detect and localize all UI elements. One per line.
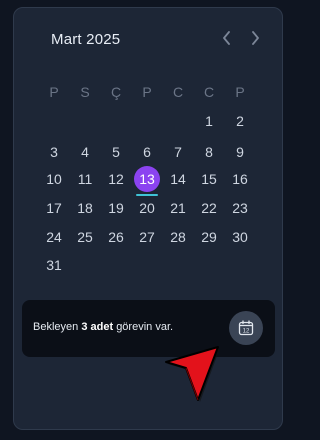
- calendar-header: Mart 2025: [14, 8, 282, 68]
- cursor-pointer-icon: [165, 346, 220, 402]
- calendar-day[interactable]: 25: [70, 226, 100, 248]
- calendar-day[interactable]: 20: [132, 197, 162, 219]
- calendar-day[interactable]: 9: [225, 141, 255, 163]
- previous-month-button[interactable]: [218, 29, 236, 47]
- calendar-day[interactable]: 4: [70, 141, 100, 163]
- calendar-day[interactable]: 8: [194, 141, 224, 163]
- weekday-label: C: [172, 84, 184, 100]
- calendar-day[interactable]: 12: [101, 168, 131, 190]
- calendar-day[interactable]: 10: [39, 168, 69, 190]
- calendar-day[interactable]: 21: [163, 197, 193, 219]
- calendar-day[interactable]: 3: [39, 141, 69, 163]
- calendar-icon-number: 12: [243, 329, 250, 335]
- calendar-day[interactable]: 14: [163, 168, 193, 190]
- weekday-header-row: PSÇPCCP: [14, 84, 282, 104]
- next-month-button[interactable]: [246, 29, 264, 47]
- chevron-right-icon: [252, 31, 259, 45]
- calendar-day[interactable]: 30: [225, 226, 255, 248]
- weekday-label: P: [235, 84, 245, 100]
- calendar-day[interactable]: 6: [132, 141, 162, 163]
- calendar-day[interactable]: 26: [101, 226, 131, 248]
- calendar-day[interactable]: 7: [163, 141, 193, 163]
- calendar-day[interactable]: 24: [39, 226, 69, 248]
- pending-tasks-bar: Bekleyen 3 adet görevin var. 12: [22, 300, 275, 357]
- weekday-label: Ç: [110, 84, 122, 100]
- month-title: Mart 2025: [51, 31, 121, 48]
- open-tasks-button[interactable]: 12: [229, 311, 263, 345]
- calendar-day[interactable]: 11: [70, 168, 100, 190]
- calendar-day[interactable]: 18: [70, 197, 100, 219]
- calendar-day[interactable]: 28: [163, 226, 193, 248]
- calendar-day[interactable]: 22: [194, 197, 224, 219]
- pending-tasks-prefix: Bekleyen: [33, 321, 79, 333]
- calendar-day[interactable]: 29: [194, 226, 224, 248]
- calendar-day-today[interactable]: 13: [132, 166, 162, 196]
- calendar-day[interactable]: 27: [132, 226, 162, 248]
- calendar-day-number: 13: [139, 171, 155, 187]
- pending-tasks-suffix: görevin var.: [116, 321, 174, 333]
- today-underline: [136, 194, 158, 196]
- calendar-day[interactable]: 15: [194, 168, 224, 190]
- calendar-day[interactable]: 31: [39, 254, 69, 276]
- calendar-day[interactable]: 17: [39, 197, 69, 219]
- calendar-day[interactable]: 5: [101, 141, 131, 163]
- calendar-widget: Mart 2025 PSÇPCCP 1 2 3 4 5 6 7 8 9 10 11 12 13 14 15 1…: [13, 7, 283, 430]
- weekday-label: P: [142, 84, 152, 100]
- weekday-label: S: [80, 84, 90, 100]
- calendar-day[interactable]: 19: [101, 197, 131, 219]
- pending-tasks-text: Bekleyen 3 adet görevin var.: [33, 321, 173, 333]
- calendar-day[interactable]: 16: [225, 168, 255, 190]
- weekday-label: P: [49, 84, 59, 100]
- chevron-left-icon: [223, 31, 230, 45]
- weekday-label: C: [203, 84, 215, 100]
- calendar-day[interactable]: 1: [194, 110, 224, 132]
- calendar-day[interactable]: 23: [225, 197, 255, 219]
- calendar-icon: 12: [238, 320, 254, 336]
- pending-tasks-count: 3 adet: [81, 321, 114, 333]
- calendar-day[interactable]: 2: [225, 110, 255, 132]
